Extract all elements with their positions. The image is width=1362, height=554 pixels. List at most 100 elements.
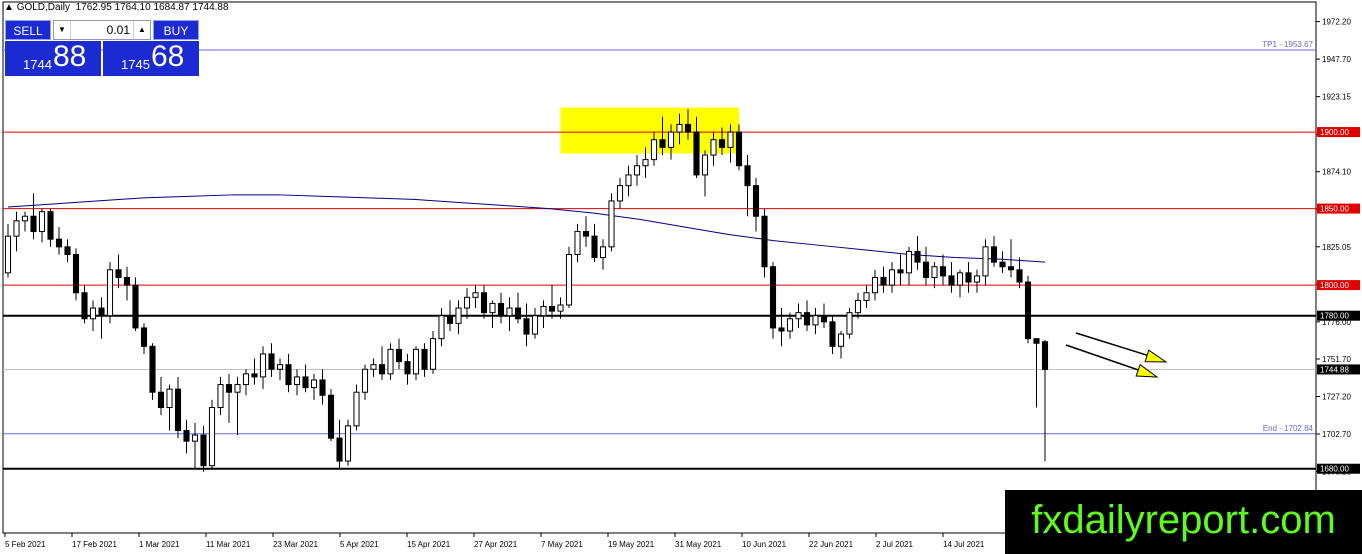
candle-body [914,250,921,263]
candle-body [523,318,530,335]
candle-body [812,315,819,326]
candle-body [888,269,896,286]
candle-body [829,321,836,347]
candle-body [293,376,301,386]
candle-body [880,276,887,286]
y-tick-label: 1702.70 [1322,430,1351,439]
candle-body [557,304,564,312]
candle-body [387,348,394,375]
y-tick-label: 1947.70 [1322,55,1351,64]
candle-body [38,211,46,233]
candle-body [650,139,658,161]
candle-body [234,384,241,393]
candle-body [55,238,63,248]
candle-body [13,220,20,237]
sell-price-minor: 88 [53,40,87,73]
y-tick-label: 1751.70 [1322,355,1351,364]
candle-body [659,139,666,148]
candle-body [846,312,853,335]
price-chart: TP1 - 1953.67 End - 1702.84 1972.20 1947.70… [2,1,1360,549]
lot-increase-icon[interactable]: ▲ [133,21,150,39]
candle-body [89,307,97,320]
candle-body [353,391,360,427]
candle-body [285,364,292,386]
price-level-label: 1900.00 [1320,128,1349,137]
candle-body [30,215,37,233]
candle-body [1007,266,1015,271]
lot-size-field[interactable]: ▼ 0.01 ▲ [53,20,151,40]
x-tick-label: 1 Mar 2021 [139,540,180,549]
candle-body [378,364,386,375]
candle-body [412,348,420,375]
candle-body [999,261,1006,268]
candle-body [344,425,352,462]
y-tick-label: 1874.10 [1322,168,1351,177]
candle-body [718,139,726,148]
lot-decrease-icon[interactable]: ▼ [54,21,71,39]
price-level-label: 1780.00 [1320,312,1349,321]
candle-body [786,318,794,332]
candle-body [769,266,777,329]
ohlc-readout: 1762.95 1764.10 1684.87 1744.88 [75,2,229,13]
candle-body [982,246,989,277]
candle-body [506,307,513,317]
candle-body [429,338,437,370]
collapse-icon[interactable]: ▲ [4,2,14,13]
candle-body [157,391,165,409]
candle-body [667,131,675,148]
price-level-label: 1744.88 [1320,365,1349,374]
candle-body [123,276,131,286]
buy-button[interactable]: BUY [153,20,199,40]
candle-body [744,165,751,187]
x-tick-label: 14 Jul 2021 [943,540,985,549]
x-tick-label: 2 Jul 2021 [876,540,913,549]
candle-body [361,368,369,393]
candle-body [327,394,335,439]
candle-body [948,275,955,286]
candle-body [208,407,216,467]
x-tick-label: 15 Apr 2021 [407,540,451,549]
candle-body [140,327,148,347]
x-tick-label: 10 Jun 2021 [742,540,787,549]
candle-body [625,174,632,187]
x-tick-label: 19 May 2021 [608,540,655,549]
candle-body [1024,281,1032,340]
price-level-label: 1680.00 [1320,465,1349,474]
candle-body [251,373,258,378]
candle-body [242,373,250,386]
candle-body [684,123,692,133]
candle-body [761,215,768,268]
candle-body [778,327,785,332]
watermark-logo: fxdailyreport.com [1005,490,1362,554]
candle-body [217,384,224,409]
plot-frame [2,1,1317,534]
candle-body [565,253,573,306]
candle-body [81,292,88,320]
candle-body [633,165,641,176]
candle-body [693,131,700,176]
candle-body [599,246,607,259]
lot-size-value[interactable]: 0.01 [107,21,130,39]
candle-body [480,292,488,314]
sell-price-major: 1744 [23,57,52,72]
candle-body [72,253,80,294]
candle-body [1041,341,1049,370]
candle-body [310,379,318,389]
candle-body [616,185,624,202]
candle-body [319,379,326,396]
x-tick-label: 23 Mar 2021 [273,540,318,549]
candle-body [531,315,539,335]
candle-body [1016,269,1023,283]
sell-button[interactable]: SELL [5,20,51,40]
candle-body [939,266,947,277]
x-tick-label: 7 May 2021 [541,540,583,549]
y-tick-label: 1923.15 [1322,93,1351,102]
y-tick-label: 1727.20 [1322,393,1351,402]
candle-body [642,159,649,167]
candle-body [446,315,454,324]
candle-body [225,384,233,393]
candle-body [922,261,930,278]
buy-price-box[interactable]: 1745 68 [103,40,199,76]
candle-body [132,284,139,329]
sell-price-box[interactable]: 1744 88 [5,40,101,76]
